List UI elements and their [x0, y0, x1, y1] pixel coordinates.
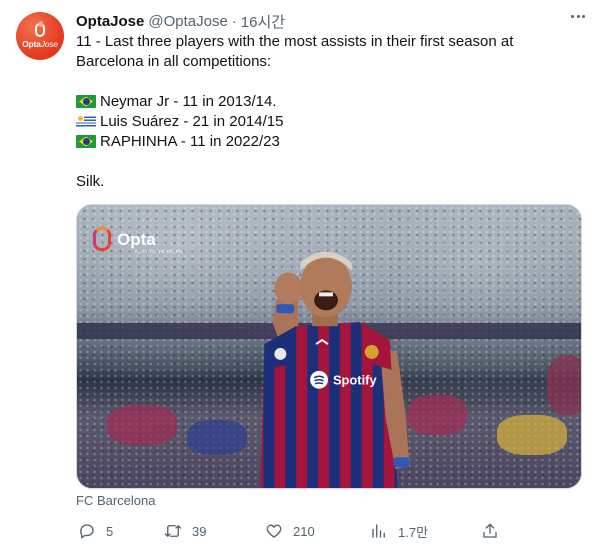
author-handle[interactable]: @OptaJose [148, 13, 227, 30]
views-icon [372, 524, 385, 538]
opta-logo-text: Opta [117, 229, 156, 249]
tweet-text: 11 - Last three players with the most as… [76, 32, 586, 192]
list-item-text: Luis Suárez - 21 in 2014/15 [100, 113, 284, 130]
more-options-icon[interactable] [566, 6, 590, 26]
share-button[interactable] [481, 520, 499, 542]
tweet-actions: 5 39 210 1.7만 [76, 520, 506, 542]
tweet-photo[interactable]: Spotify Opta by STATS PERFORM [76, 204, 582, 489]
heart-icon [266, 524, 282, 538]
opta-mark-icon [93, 227, 111, 251]
media-caption[interactable]: FC Barcelona [76, 493, 155, 508]
brazil-flag-icon [76, 135, 96, 148]
tweet-header: OptaJose @OptaJose · 16시간 [76, 10, 586, 32]
like-count: 210 [293, 523, 315, 539]
opta-logo: Opta by STATS PERFORM [93, 227, 183, 254]
list-item-text: Neymar Jr - 11 in 2013/14. [100, 93, 277, 110]
share-icon [483, 523, 497, 538]
retweet-button[interactable]: 39 [164, 520, 206, 542]
views-button[interactable]: 1.7만 [370, 520, 428, 542]
view-count: 1.7만 [398, 524, 429, 540]
list-item-text: RAPHINHA - 11 in 2022/23 [100, 133, 280, 150]
separator-dot: · [231, 12, 237, 30]
timestamp[interactable]: 16시간 [241, 11, 285, 32]
uruguay-flag-icon [76, 115, 96, 128]
tweet-line: Barcelona in all competitions: [76, 53, 272, 70]
reply-button[interactable]: 5 [78, 520, 113, 542]
retweet-icon [164, 525, 182, 537]
shirt-sponsor-text: Spotify [333, 373, 378, 388]
tweet-line: 11 - Last three players with the most as… [76, 33, 514, 50]
brazil-flag-icon [76, 95, 96, 108]
like-button[interactable]: 210 [265, 520, 315, 542]
tweet-closing: Silk. [76, 173, 105, 190]
reply-count: 5 [106, 523, 114, 539]
opta-logo-subtext: by STATS PERFORM [135, 249, 184, 254]
retweet-count: 39 [192, 523, 207, 539]
list-item: RAPHINHA - 11 in 2022/23 [76, 132, 586, 152]
avatar[interactable]: OptaJose [16, 12, 64, 60]
list-item: Neymar Jr - 11 in 2013/14. [76, 92, 586, 112]
opta-mark-icon [35, 21, 45, 37]
reply-icon [80, 524, 94, 539]
author-name[interactable]: OptaJose [76, 13, 144, 30]
avatar-logo-text: OptaJose [22, 39, 58, 49]
list-item: Luis Suárez - 21 in 2014/15 [76, 112, 586, 132]
